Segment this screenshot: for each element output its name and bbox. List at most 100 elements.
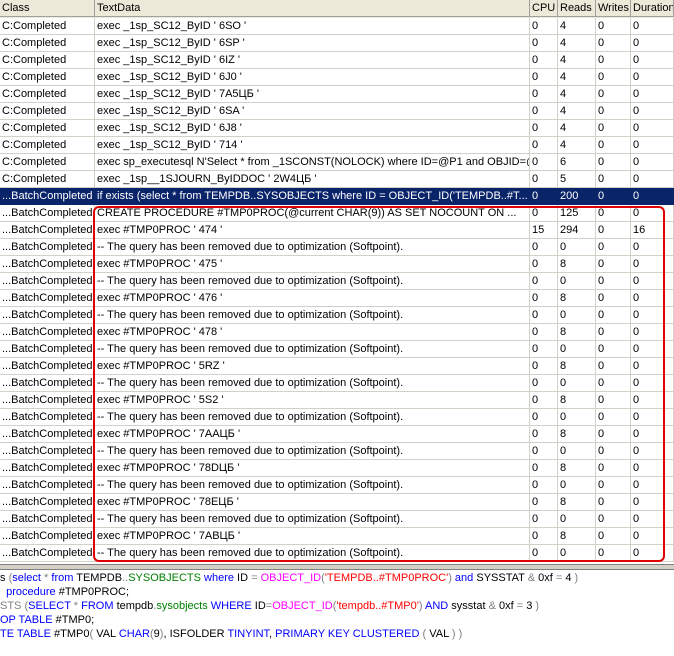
cell-reads: 0 (558, 307, 596, 324)
cell-duration: 0 (631, 103, 674, 120)
cell-textdata: -- The query has been removed due to opt… (95, 375, 530, 392)
table-row[interactable]: ...BatchCompleted exec #TMP0PROC ' 78EЦБ … (0, 494, 674, 511)
table-row[interactable]: ...BatchCompleted -- The query has been r… (0, 273, 674, 290)
table-row[interactable]: C:Completed exec _1sp_SC12_ByID ' 6SP ' 0 4… (0, 35, 674, 52)
sql-token: CHAR (118, 628, 150, 640)
cell-textdata: exec _1sp_SC12_ByID ' 7A5ЦБ ' (95, 86, 530, 103)
cell-class: ...BatchCompleted (0, 188, 95, 205)
sql-token: STS (0, 600, 22, 612)
table-row[interactable]: C:Completed exec sp_executesql N'Select *… (0, 154, 674, 171)
cell-writes: 0 (596, 324, 631, 341)
table-row[interactable]: ...BatchCompleted exec #TMP0PROC ' 474 ' 1… (0, 222, 674, 239)
cell-duration: 0 (631, 256, 674, 273)
cell-duration: 0 (631, 460, 674, 477)
table-row[interactable]: C:Completed exec _1sp_SC12_ByID ' 6SO ' 0 4… (0, 18, 674, 35)
table-row[interactable]: ...BatchCompleted -- The query has been r… (0, 341, 674, 358)
cell-duration: 0 (631, 35, 674, 52)
sql-text-pane[interactable]: s (select * from TEMPDB..SYSOBJECTS wher… (0, 570, 674, 656)
cell-textdata: -- The query has been removed due to opt… (95, 477, 530, 494)
cell-class: ...BatchCompleted (0, 256, 95, 273)
table-row[interactable]: ...BatchCompleted -- The query has been r… (0, 511, 674, 528)
column-header-class[interactable]: Class (0, 0, 95, 17)
table-row[interactable]: C:Completed exec _1sp__1SJOURN_ByIDDOC ' … (0, 171, 674, 188)
table-row[interactable]: ...BatchCompleted exec #TMP0PROC ' 475 ' 0… (0, 256, 674, 273)
table-row[interactable]: ...BatchCompleted exec #TMP0PROC ' 5RZ ' 0… (0, 358, 674, 375)
column-header-duration[interactable]: Duration (631, 0, 674, 17)
cell-textdata: CREATE PROCEDURE #TMP0PROC(@current CHAR… (95, 205, 530, 222)
cell-cpu: 0 (530, 426, 558, 443)
sql-token: AND (422, 600, 449, 612)
sql-token: TINYINT (227, 628, 270, 640)
sql-token: 3 (523, 600, 536, 612)
table-row[interactable]: ...BatchCompleted CREATE PROCEDURE #TMP0P… (0, 205, 674, 222)
cell-reads: 4 (558, 69, 596, 86)
table-row[interactable]: C:Completed exec _1sp_SC12_ByID ' 6SA ' 0 4… (0, 103, 674, 120)
sql-token: ID (251, 600, 266, 612)
table-row[interactable]: ...BatchCompleted -- The query has been r… (0, 375, 674, 392)
sql-token: #TMP0; (52, 614, 95, 626)
sql-token: 0xf (535, 572, 556, 584)
sql-token: from (51, 572, 74, 584)
cell-duration: 0 (631, 392, 674, 409)
table-row[interactable]: ...BatchCompleted exec #TMP0PROC ' 7ABЦБ … (0, 528, 674, 545)
sql-token: * (70, 600, 82, 612)
table-row[interactable]: ...BatchCompleted -- The query has been r… (0, 545, 674, 562)
table-row[interactable]: ...BatchCompleted -- The query has been r… (0, 443, 674, 460)
table-row[interactable]: ...BatchCompleted exec #TMP0PROC ' 476 ' 0… (0, 290, 674, 307)
table-row[interactable]: ...BatchCompleted exec #TMP0PROC ' 78DЦБ … (0, 460, 674, 477)
table-row[interactable]: C:Completed exec _1sp_SC12_ByID ' 714 ' 0 4… (0, 137, 674, 154)
cell-duration: 0 (631, 358, 674, 375)
cell-class: ...BatchCompleted (0, 494, 95, 511)
sql-token: where (200, 572, 234, 584)
cell-reads: 4 (558, 52, 596, 69)
cell-reads: 8 (558, 426, 596, 443)
cell-writes: 0 (596, 273, 631, 290)
cell-cpu: 0 (530, 307, 558, 324)
table-row[interactable]: ...BatchCompleted exec #TMP0PROC ' 5S2 ' 0… (0, 392, 674, 409)
table-row[interactable]: ...BatchCompleted exec #TMP0PROC ' 478 ' 0… (0, 324, 674, 341)
cell-reads: 5 (558, 171, 596, 188)
cell-reads: 125 (558, 205, 596, 222)
cell-duration: 0 (631, 528, 674, 545)
cell-cpu: 0 (530, 171, 558, 188)
cell-duration: 0 (631, 443, 674, 460)
cell-writes: 0 (596, 409, 631, 426)
table-row[interactable]: ...BatchCompleted -- The query has been r… (0, 307, 674, 324)
sql-line: procedure #TMP0PROC; (0, 586, 129, 599)
cell-reads: 4 (558, 86, 596, 103)
cell-class: ...BatchCompleted (0, 358, 95, 375)
cell-textdata: exec #TMP0PROC ' 474 ' (95, 222, 530, 239)
cell-class: ...BatchCompleted (0, 409, 95, 426)
sql-token: SYSSTAT (473, 572, 528, 584)
column-header-reads[interactable]: Reads (558, 0, 596, 17)
table-row-selected[interactable]: ...BatchCompleted if exists (select * fro… (0, 188, 674, 205)
column-header-cpu[interactable]: CPU (530, 0, 558, 17)
table-row[interactable]: ...BatchCompleted -- The query has been r… (0, 477, 674, 494)
column-header-writes[interactable]: Writes (596, 0, 631, 17)
sql-token: OBJECT_ID (272, 600, 333, 612)
cell-cpu: 0 (530, 52, 558, 69)
table-row[interactable]: ...BatchCompleted -- The query has been r… (0, 239, 674, 256)
cell-writes: 0 (596, 375, 631, 392)
cell-duration: 16 (631, 222, 674, 239)
sql-token: 4 (562, 572, 575, 584)
table-row[interactable]: ...BatchCompleted exec #TMP0PROC ' 7AAЦБ … (0, 426, 674, 443)
table-row[interactable]: C:Completed exec _1sp_SC12_ByID ' 6IZ ' 0 4… (0, 52, 674, 69)
cell-writes: 0 (596, 494, 631, 511)
table-row[interactable]: ...BatchCompleted -- The query has been r… (0, 409, 674, 426)
cell-class: C:Completed (0, 103, 95, 120)
cell-writes: 0 (596, 154, 631, 171)
table-row[interactable]: C:Completed exec _1sp_SC12_ByID ' 7A5ЦБ '… (0, 86, 674, 103)
cell-textdata: exec #TMP0PROC ' 78DЦБ ' (95, 460, 530, 477)
column-header-textdata[interactable]: TextData (95, 0, 530, 17)
cell-cpu: 0 (530, 392, 558, 409)
cell-writes: 0 (596, 307, 631, 324)
cell-duration: 0 (631, 205, 674, 222)
sql-token: tempdb (113, 600, 154, 612)
sql-token: SYSOBJECTS (128, 572, 201, 584)
table-row[interactable]: C:Completed exec _1sp_SC12_ByID ' 6J0 ' 0 4… (0, 69, 674, 86)
cell-class: C:Completed (0, 137, 95, 154)
sql-token: #TMP0PROC; (55, 586, 130, 598)
cell-textdata: if exists (select * from TEMPDB..SYSOBJE… (95, 188, 530, 205)
table-row[interactable]: C:Completed exec _1sp_SC12_ByID ' 6J8 ' 0 4… (0, 120, 674, 137)
